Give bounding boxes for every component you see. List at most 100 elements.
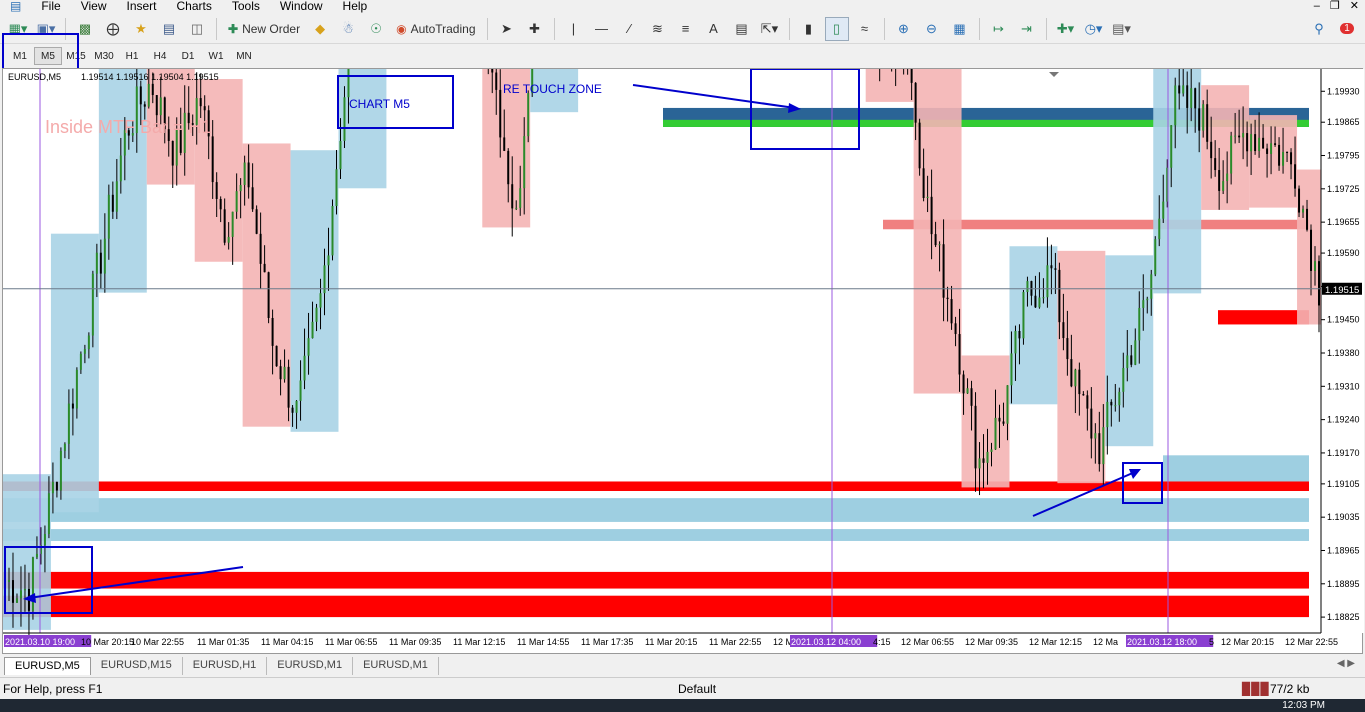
price-chart[interactable]: 1.19930 1.19865 1.19795 1.19725 1.19655 1.195…: [3, 0, 1364, 655]
candle-body: [1150, 274, 1153, 299]
tab-eurusd-m1-second[interactable]: EURUSD,M1: [353, 657, 439, 675]
horizontal-line-icon[interactable]: —: [590, 17, 614, 41]
auto-scroll-icon[interactable]: ↦: [987, 17, 1011, 41]
candle-body: [203, 106, 206, 111]
new-order-button[interactable]: ✚ New Order: [224, 17, 304, 41]
candle-body: [926, 196, 929, 198]
price-tick-label: 1.18825: [1327, 612, 1360, 622]
bar-chart-icon[interactable]: ▮: [797, 17, 821, 41]
signal-icon[interactable]: ☉: [364, 17, 388, 41]
tile-windows-icon[interactable]: ▦: [948, 17, 972, 41]
candle-body: [499, 89, 502, 138]
zone-rect: [3, 529, 1309, 541]
close-icon[interactable]: ✕: [1350, 0, 1359, 12]
menu-bar: ▤ File View Insert Charts Tools Window H…: [0, 0, 1365, 13]
candle-body: [267, 272, 270, 318]
candle-body: [942, 244, 945, 298]
chart-shift-icon[interactable]: ⇥: [1015, 17, 1039, 41]
menu-window[interactable]: Window: [270, 0, 333, 13]
timeframe-mn[interactable]: MN: [230, 47, 258, 65]
window-controls: – ❐ ✕: [1314, 0, 1359, 12]
mtf-bar-box: [194, 79, 243, 262]
candle-body: [1018, 330, 1021, 339]
zone-rect: [3, 498, 1309, 522]
chart-window[interactable]: 1.19930 1.19865 1.19795 1.19725 1.19655 1.195…: [2, 0, 1364, 655]
line-chart-icon[interactable]: ≈: [853, 17, 877, 41]
channel-icon[interactable]: ≋: [646, 17, 670, 41]
restore-icon[interactable]: ❐: [1330, 0, 1340, 12]
time-tick-label: 2021.03.10 19:00: [5, 637, 75, 647]
metaeditor-icon[interactable]: ◆: [308, 17, 332, 41]
autotrading-button[interactable]: ◉ AutoTrading: [392, 17, 479, 41]
candle-body: [107, 194, 110, 239]
timeframe-d1[interactable]: D1: [174, 47, 202, 65]
zoom-in-icon[interactable]: ⊕: [892, 17, 916, 41]
time-tick-label: 11 Mar 04:15: [261, 637, 313, 647]
candle-body: [91, 273, 94, 336]
trendline-icon[interactable]: ∕: [618, 17, 642, 41]
candle-body: [495, 72, 498, 90]
status-bar: For Help, press F1 Default ▉▉▉ 77/2 kb: [0, 677, 1365, 699]
timeframe-w1[interactable]: W1: [202, 47, 230, 65]
text-icon[interactable]: A: [702, 17, 726, 41]
menu-insert[interactable]: Insert: [116, 0, 166, 13]
time-tick-label: 10 Mar 22:55: [131, 637, 184, 647]
minimize-icon[interactable]: –: [1314, 0, 1320, 12]
candlestick-icon[interactable]: ▯: [824, 16, 849, 41]
tab-eurusd-m5[interactable]: EURUSD,M5: [4, 657, 91, 675]
candle-body: [978, 458, 981, 469]
app-icon[interactable]: ▤: [0, 0, 31, 13]
tab-scroll-arrows[interactable]: ◀ ▶: [1337, 658, 1355, 669]
mtf-label: Inside MTF Bar = H1: [45, 117, 212, 137]
notification-icon[interactable]: 1: [1335, 17, 1359, 41]
chart-info-symbol: EURUSD,M5: [8, 72, 61, 82]
candle-body: [1282, 151, 1285, 166]
candle-body: [1198, 108, 1201, 131]
candle-body: [335, 169, 338, 207]
candle-body: [87, 335, 90, 350]
tab-eurusd-m15[interactable]: EURUSD,M15: [91, 657, 183, 675]
candle-body: [71, 403, 74, 409]
menu-help[interactable]: Help: [333, 0, 378, 13]
zoom-out-icon[interactable]: ⊖: [920, 17, 944, 41]
candle-body: [279, 366, 282, 380]
arrows-icon[interactable]: ⇱▾: [758, 17, 782, 41]
candle-body: [255, 209, 258, 234]
terminal-icon[interactable]: ▤: [157, 17, 181, 41]
chat-icon[interactable]: ☃: [336, 17, 360, 41]
label-icon[interactable]: ▤: [730, 17, 754, 41]
autotrading-icon: ◉: [396, 21, 407, 36]
tab-eurusd-h1[interactable]: EURUSD,H1: [183, 657, 268, 675]
candle-body: [1010, 353, 1013, 386]
candle-body: [1218, 170, 1221, 191]
candle-body: [59, 450, 62, 491]
navigator-icon[interactable]: ⨁: [101, 17, 125, 41]
candle-body: [1182, 85, 1185, 94]
crosshair-icon[interactable]: ✚: [523, 17, 547, 41]
candle-body: [519, 188, 522, 208]
timeframe-h4[interactable]: H4: [146, 47, 174, 65]
tester-icon[interactable]: ◫: [185, 17, 209, 41]
tab-eurusd-m1[interactable]: EURUSD,M1: [267, 657, 354, 675]
folder-icon[interactable]: ★: [129, 17, 153, 41]
menu-file[interactable]: File: [31, 0, 70, 13]
candle-body: [1058, 269, 1061, 323]
time-tick-label: 11 Mar 20:15: [645, 637, 697, 647]
vertical-line-icon[interactable]: |: [562, 17, 586, 41]
candle-body: [331, 206, 334, 256]
time-tick-label: 11 Mar 22:55: [709, 637, 761, 647]
timeframe-m30[interactable]: M30: [90, 47, 118, 65]
menu-charts[interactable]: Charts: [167, 0, 222, 13]
candle-body: [11, 580, 14, 603]
menu-view[interactable]: View: [71, 0, 117, 13]
search-icon[interactable]: ⚲: [1307, 17, 1331, 41]
candle-body: [1050, 265, 1053, 269]
menu-tools[interactable]: Tools: [222, 0, 270, 13]
toolbar-separator: [883, 17, 885, 40]
cursor-icon[interactable]: ➤: [495, 17, 519, 41]
templates-icon[interactable]: ▤▾: [1110, 17, 1134, 41]
periods-icon[interactable]: ◷▾: [1082, 17, 1106, 41]
timeframe-h1[interactable]: H1: [118, 47, 146, 65]
fibonacci-icon[interactable]: ≡: [674, 17, 698, 41]
indicators-icon[interactable]: ✚▾: [1054, 17, 1078, 41]
